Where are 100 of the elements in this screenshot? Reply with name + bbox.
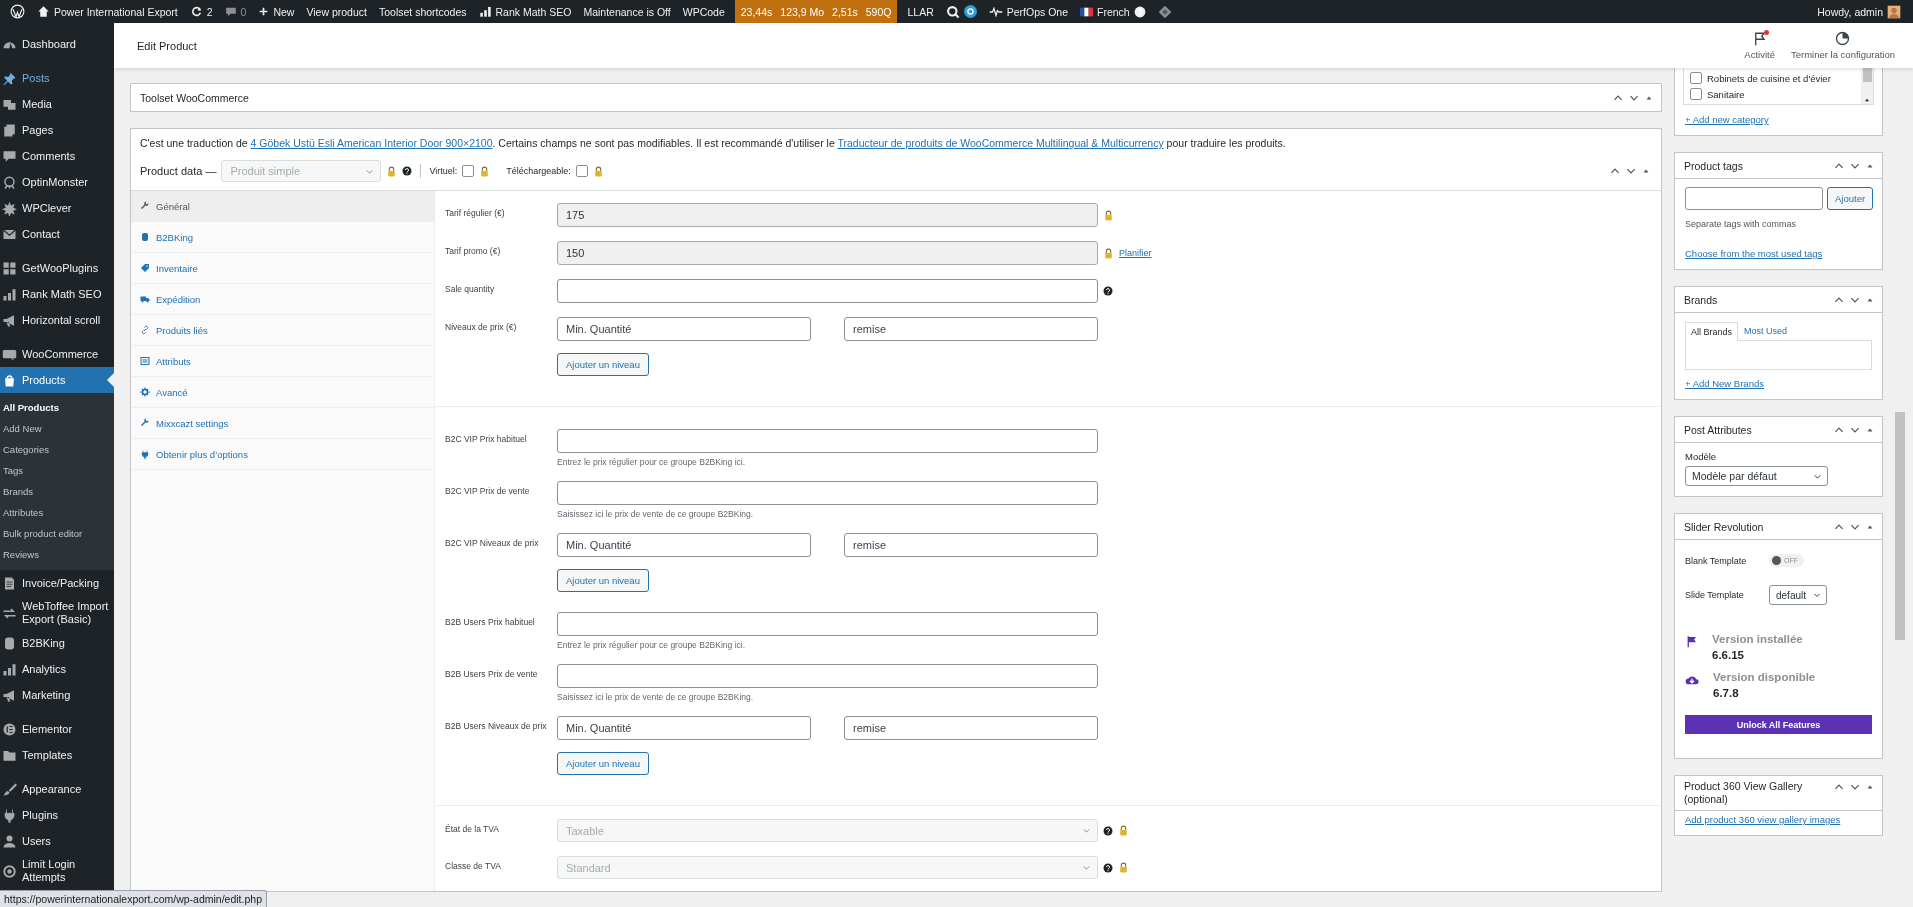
add-tier-button[interactable]: Ajouter un niveau xyxy=(557,353,649,376)
tag-field[interactable] xyxy=(1685,187,1823,210)
product-data-tab[interactable]: Mixxcazt settings xyxy=(131,408,434,439)
add-category-link[interactable]: + Add new category xyxy=(1685,114,1769,125)
version-label: Version disponible xyxy=(1713,671,1816,683)
tier-field[interactable]: remise xyxy=(844,317,1098,341)
creature-icon xyxy=(2,174,17,190)
rank-math-link[interactable]: Rank Math SEO xyxy=(472,0,578,23)
product-data-tab[interactable]: Obtenir plus d’options xyxy=(131,439,434,470)
product-data-tab[interactable]: Général xyxy=(131,191,434,222)
tier-field[interactable]: remise xyxy=(844,533,1098,557)
menu-item[interactable]: Dashboard xyxy=(0,31,114,57)
submenu-item[interactable]: Brands xyxy=(0,481,114,502)
checkbox[interactable] xyxy=(575,165,588,177)
menu-item[interactable]: Products xyxy=(0,367,114,393)
menu-item[interactable]: Appearance xyxy=(0,776,114,802)
menu-item[interactable]: Contact xyxy=(0,221,114,247)
maintenance-link[interactable]: Maintenance is Off xyxy=(577,0,677,23)
menu-item[interactable]: Marketing xyxy=(0,682,114,708)
toolbar-link[interactable]: View product xyxy=(300,0,373,23)
text-field[interactable] xyxy=(557,612,1098,636)
tier-field[interactable]: Min. Quantité xyxy=(557,533,811,557)
header-action-button[interactable]: Activité xyxy=(1736,31,1783,60)
field-label: Niveaux de prix (€) xyxy=(445,321,518,333)
menu-item[interactable]: Posts xyxy=(0,65,114,91)
site-name-link[interactable]: Power International Export xyxy=(31,0,184,23)
product-data-tab[interactable]: B2BKing xyxy=(131,222,434,253)
submenu-item[interactable]: Attributes xyxy=(0,502,114,523)
product-data-tab[interactable]: Produits liés xyxy=(131,315,434,346)
template-select[interactable]: Modèle par défaut xyxy=(1685,466,1828,486)
menu-item[interactable]: Invoice/Packing xyxy=(0,570,114,596)
updates-link[interactable]: 2 xyxy=(183,0,219,23)
add-brand-link[interactable]: + Add New Brands xyxy=(1685,378,1764,389)
notice-link[interactable]: 4 Göbek Ustü Esli American Interior Door 900×2100 xyxy=(250,137,493,149)
wpcode-link[interactable]: WPCode xyxy=(676,0,731,23)
menu-item[interactable]: GetWooPlugins xyxy=(0,255,114,281)
add-tier-button[interactable]: Ajouter un niveau xyxy=(557,569,649,592)
tier-field[interactable]: remise xyxy=(844,716,1098,740)
submenu-item[interactable]: Bulk product editor xyxy=(0,523,114,544)
menu-item[interactable]: Plugins xyxy=(0,802,114,828)
checkbox[interactable] xyxy=(1690,88,1702,100)
brand-tab[interactable]: Most Used xyxy=(1738,321,1794,340)
text-field[interactable] xyxy=(557,664,1098,688)
submenu-item[interactable]: Reviews xyxy=(0,544,114,565)
comments-link[interactable]: 0 xyxy=(218,0,253,23)
menu-item[interactable]: Pages xyxy=(0,117,114,143)
unlock-button[interactable]: Unlock All Features xyxy=(1685,715,1872,734)
perfops-link[interactable]: PerfOps One xyxy=(982,0,1074,23)
llar-link[interactable]: LLAR xyxy=(901,0,940,23)
version-number: 6.7.8 xyxy=(1713,687,1740,699)
submenu-item[interactable]: Add New xyxy=(0,418,114,439)
checkbox[interactable] xyxy=(1690,72,1702,84)
product-data-tab[interactable]: Avancé xyxy=(131,377,434,408)
scrollbar-thumb[interactable] xyxy=(1895,412,1905,640)
template-select[interactable]: default xyxy=(1769,585,1828,605)
text-field[interactable] xyxy=(557,429,1098,453)
menu-item[interactable]: Horizontal scroll xyxy=(0,307,114,333)
submenu-item[interactable]: All Products xyxy=(0,397,114,418)
tag-icon xyxy=(140,263,150,273)
link-icon xyxy=(140,325,150,335)
menu-item[interactable]: WooCommerce xyxy=(0,341,114,367)
gear-icon[interactable] xyxy=(963,5,977,18)
header-action-button[interactable]: Terminer la configuration xyxy=(1782,31,1903,60)
brand-tab[interactable]: All Brands xyxy=(1685,322,1739,341)
account-link[interactable]: Howdy, admin xyxy=(1811,0,1907,23)
pages-icon xyxy=(2,122,17,138)
category-label: Sanitaire xyxy=(1707,88,1745,100)
submenu-item[interactable]: Categories xyxy=(0,439,114,460)
text-field[interactable] xyxy=(557,481,1098,505)
menu-item[interactable]: Rank Math SEO xyxy=(0,281,114,307)
text-field[interactable] xyxy=(557,279,1098,303)
new-link[interactable]: New xyxy=(252,0,301,23)
add-gallery-link[interactable]: Add product 360 view gallery images xyxy=(1685,814,1841,825)
add-tier-button[interactable]: Ajouter un niveau xyxy=(557,752,649,775)
scrollbar[interactable] xyxy=(1861,68,1873,104)
menu-item[interactable]: B2BKing xyxy=(0,630,114,656)
tier-field[interactable]: Min. Quantité xyxy=(557,317,811,341)
tier-field[interactable]: Min. Quantité xyxy=(557,716,811,740)
menu-item[interactable]: Media xyxy=(0,91,114,117)
menu-item[interactable]: Templates xyxy=(0,742,114,768)
checkbox[interactable] xyxy=(462,165,475,177)
menu-item[interactable]: Limit Login Attempts xyxy=(0,854,114,888)
menu-item[interactable]: Analytics xyxy=(0,656,114,682)
bag-icon xyxy=(2,372,17,388)
product-data-tab[interactable]: Expédition xyxy=(131,284,434,315)
product-data-tab[interactable]: Attributs xyxy=(131,346,434,377)
submenu-item[interactable]: Tags xyxy=(0,460,114,481)
product-data-tab[interactable]: Inventaire xyxy=(131,253,434,284)
menu-item[interactable]: Comments xyxy=(0,143,114,169)
menu-item[interactable]: WPClever xyxy=(0,195,114,221)
toolbar-link[interactable]: Toolset shortcodes xyxy=(372,0,473,23)
menu-item[interactable]: OptinMonster xyxy=(0,169,114,195)
bar-chart-icon xyxy=(478,5,492,18)
add-tag-button[interactable]: Ajouter xyxy=(1827,187,1874,210)
menu-item[interactable]: Users xyxy=(0,828,114,854)
notice-link[interactable]: Traducteur de produits de WooCommerce Multilingual & Multicurrency xyxy=(837,137,1164,149)
language-link[interactable]: French xyxy=(1074,0,1152,23)
menu-item[interactable]: WebToffee Import Export (Basic) xyxy=(0,596,114,630)
menu-item[interactable]: Elementor xyxy=(0,716,114,742)
most-used-tags-link[interactable]: Choose from the most used tags xyxy=(1685,248,1823,259)
